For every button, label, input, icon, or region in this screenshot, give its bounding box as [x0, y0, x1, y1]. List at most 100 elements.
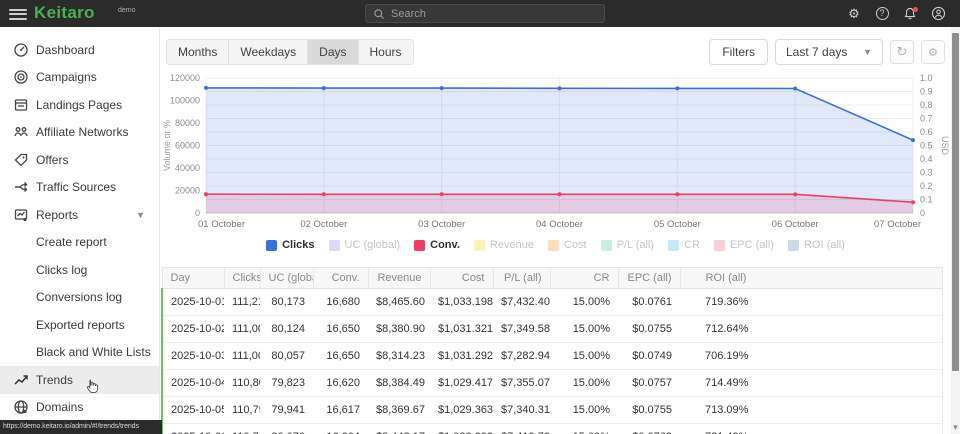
notification-badge [913, 7, 918, 12]
chevron-down-icon: ▼ [136, 210, 145, 220]
sidebar-item-dashboard[interactable]: Dashboard [0, 36, 159, 64]
column-header[interactable]: Conv. [313, 268, 368, 289]
table-cell: $8,369.67 [368, 397, 430, 424]
table-cell: 111,21 [224, 289, 260, 316]
column-header[interactable]: Cost [430, 268, 493, 289]
table-cell: 721.49% [680, 424, 942, 434]
offers-icon [13, 152, 29, 168]
legend-item-revenue[interactable]: Revenue [474, 239, 534, 251]
column-header[interactable]: UC (global) [260, 268, 313, 289]
chart-settings-button[interactable]: ⚙ [921, 40, 945, 64]
table-cell: $7,349.58 [493, 316, 550, 343]
logo-demo-badge: demo [118, 7, 136, 14]
table-cell: 2025-10-06 [162, 424, 224, 434]
table-row: 2025-10-06110,7080,07016,604$8,448.17$1,… [162, 424, 942, 434]
table-cell: $0.0755 [618, 316, 680, 343]
sidebar-item-label: Campaigns [36, 70, 97, 84]
legend-label: CR [684, 239, 700, 251]
page-scrollbar[interactable]: ▼ [951, 27, 960, 434]
legend-swatch [601, 240, 612, 251]
sidebar-item-black-and-white-lists[interactable]: Black and White Lists [0, 339, 159, 367]
sidebar-item-traffic-sources[interactable]: Traffic Sources [0, 174, 159, 202]
svg-text:0.1: 0.1 [920, 195, 933, 205]
column-header[interactable]: Clicks [224, 268, 260, 289]
column-header[interactable]: ROI (all) [680, 268, 942, 289]
tab-days[interactable]: Days [308, 40, 358, 64]
chart-legend: Clicks UC (global) Conv. Revenue Cost P/L (al… [161, 239, 950, 251]
legend-label: EPC (all) [730, 239, 774, 251]
filters-button[interactable]: Filters [709, 39, 768, 65]
table-cell: $7,419.78 [493, 424, 550, 434]
settings-gear-icon[interactable]: ⚙ [846, 6, 862, 22]
column-header[interactable]: P/L (all) [493, 268, 550, 289]
date-range-select[interactable]: Last 7 days ▼ [775, 39, 883, 65]
sidebar-item-affiliate-networks[interactable]: Affiliate Networks [0, 119, 159, 147]
link-preview-statusbar: https://demo.keitaro.io/admin/#!/trends/… [0, 420, 162, 434]
legend-swatch [714, 240, 725, 251]
trends-icon [13, 372, 29, 388]
svg-text:60000: 60000 [175, 141, 200, 151]
table-cell: 719.36% [680, 289, 942, 316]
legend-item-roi-all-[interactable]: ROI (all) [788, 239, 845, 251]
legend-item-cr[interactable]: CR [668, 239, 700, 251]
svg-text:02 October: 02 October [300, 219, 347, 230]
column-header[interactable]: CR [550, 268, 618, 289]
table-cell: $1,029.4177 [430, 370, 493, 397]
svg-text:05 October: 05 October [654, 219, 701, 230]
sidebar-item-trends[interactable]: Trends [0, 366, 159, 394]
table-cell: $0.0749 [618, 343, 680, 370]
sidebar-item-campaigns[interactable]: Campaigns [0, 64, 159, 92]
sidebar-item-offers[interactable]: Offers [0, 146, 159, 174]
legend-item-uc-global-[interactable]: UC (global) [329, 239, 401, 251]
notifications-bell-icon[interactable] [902, 6, 918, 22]
table-cell: 15.00% [550, 397, 618, 424]
global-search[interactable] [365, 4, 605, 23]
tab-weekdays[interactable]: Weekdays [229, 40, 308, 64]
svg-text:06 October: 06 October [772, 219, 819, 230]
column-header[interactable]: EPC (all) [618, 268, 680, 289]
sidebar-item-label: Create report [36, 235, 107, 249]
sidebar-item-label: Domains [36, 400, 83, 414]
svg-text:100000: 100000 [170, 96, 200, 106]
scrollbar-down-arrow[interactable]: ▼ [951, 423, 960, 432]
trends-toolbar: MonthsWeekdaysDaysHours Filters Last 7 d… [166, 39, 945, 66]
sidebar-item-reports[interactable]: Reports▼ [0, 201, 159, 229]
campaigns-icon [13, 69, 29, 85]
account-icon[interactable] [930, 6, 946, 22]
column-header[interactable]: Day [162, 268, 224, 289]
table-cell: 714.49% [680, 370, 942, 397]
legend-label: ROI (all) [804, 239, 845, 251]
table-cell: 15.00% [550, 424, 618, 434]
column-header[interactable]: Revenue [368, 268, 430, 289]
table-cell: 110,80 [224, 370, 260, 397]
table-cell: $7,282.94 [493, 343, 550, 370]
svg-text:01 October: 01 October [198, 219, 245, 230]
sidebar-item-landings-pages[interactable]: Landings Pages [0, 91, 159, 119]
gear-icon: ⚙ [928, 46, 938, 59]
legend-item-clicks[interactable]: Clicks [266, 239, 314, 251]
legend-item-p-l-all-[interactable]: P/L (all) [601, 239, 655, 251]
table-cell: $1,029.3633 [430, 397, 493, 424]
sidebar-item-exported-reports[interactable]: Exported reports [0, 311, 159, 339]
svg-text:0: 0 [920, 208, 925, 218]
scrollbar-thumb[interactable] [952, 33, 959, 371]
table-cell: 2025-10-02 [162, 316, 224, 343]
menu-icon[interactable] [9, 6, 27, 20]
sidebar-item-clicks-log[interactable]: Clicks log [0, 256, 159, 284]
table-cell: $7,355.07 [493, 370, 550, 397]
search-input[interactable] [391, 8, 591, 20]
help-icon[interactable]: ? [874, 6, 890, 22]
sidebar-item-domains[interactable]: Domains [0, 394, 159, 422]
legend-item-conv-[interactable]: Conv. [414, 239, 460, 251]
sidebar-item-create-report[interactable]: Create report [0, 229, 159, 257]
tab-months[interactable]: Months [167, 40, 229, 64]
tab-hours[interactable]: Hours [359, 40, 413, 64]
table-cell: 16,620 [313, 370, 368, 397]
table-cell: $7,340.31 [493, 397, 550, 424]
legend-item-cost[interactable]: Cost [548, 239, 587, 251]
table-cell: 15.00% [550, 316, 618, 343]
refresh-button[interactable]: ↻ [890, 40, 914, 64]
svg-text:0.9: 0.9 [920, 87, 933, 97]
sidebar-item-conversions-log[interactable]: Conversions log [0, 284, 159, 312]
legend-item-epc-all-[interactable]: EPC (all) [714, 239, 774, 251]
